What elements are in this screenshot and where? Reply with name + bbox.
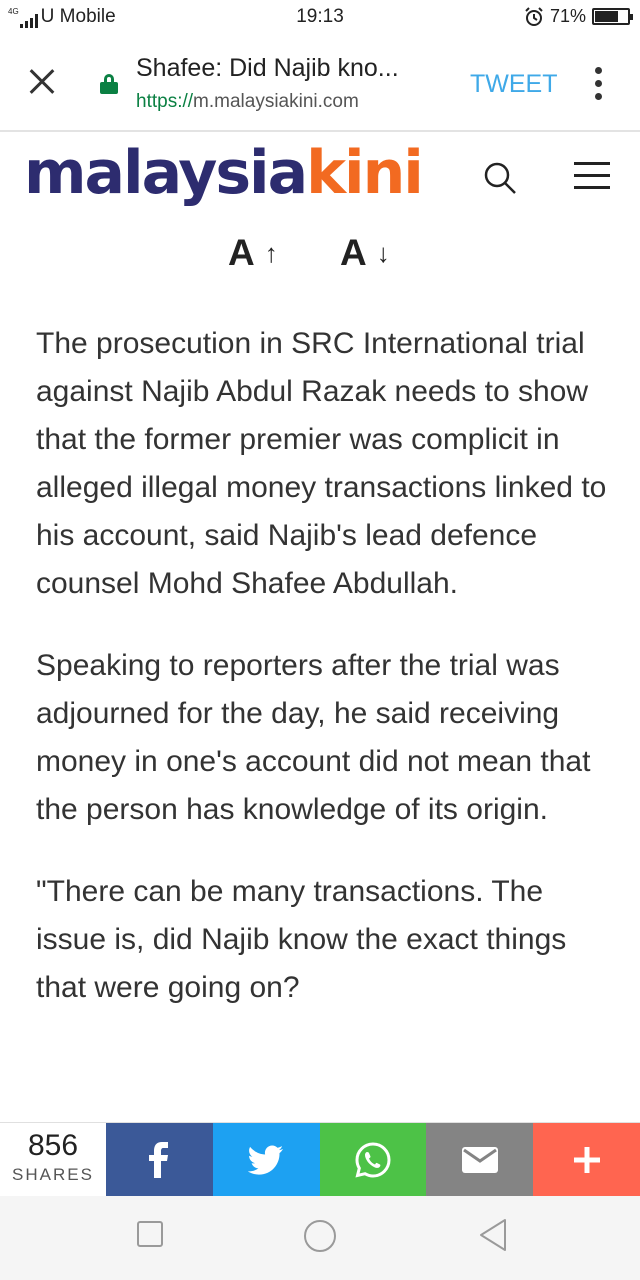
hamburger-icon[interactable] bbox=[574, 162, 610, 190]
arrow-up-icon: ↑ bbox=[264, 237, 278, 268]
browser-toolbar: Shafee: Did Najib kno... https://m.malay… bbox=[0, 34, 640, 132]
square-icon[interactable] bbox=[137, 1221, 163, 1247]
url-host: m.malaysiakini.com bbox=[193, 91, 359, 112]
triangle-back-icon[interactable] bbox=[478, 1218, 508, 1252]
status-bar: 4G U Mobile 19:13 71% bbox=[0, 0, 640, 34]
battery-percent: 71% bbox=[549, 6, 586, 26]
battery-level-fill bbox=[595, 11, 618, 22]
tweet-button[interactable]: TWEET bbox=[470, 70, 558, 99]
logo-part-kini: kini bbox=[306, 138, 424, 208]
increase-font-label: A bbox=[228, 232, 255, 273]
search-icon[interactable] bbox=[482, 160, 518, 196]
twitter-icon bbox=[248, 1145, 284, 1175]
email-share-button[interactable] bbox=[426, 1123, 534, 1196]
site-logo[interactable]: malaysiakini bbox=[24, 138, 424, 208]
site-header: malaysiakini bbox=[0, 134, 640, 224]
more-share-button[interactable] bbox=[533, 1123, 640, 1196]
article-paragraph: "There can be many transactions. The iss… bbox=[36, 875, 567, 1004]
more-vert-icon[interactable] bbox=[588, 67, 610, 101]
share-bar: 856 SHARES bbox=[0, 1122, 640, 1196]
logo-part-malaysia: malaysia bbox=[24, 138, 308, 208]
lock-icon[interactable] bbox=[100, 74, 118, 94]
increase-font-button[interactable]: A ↑ bbox=[228, 228, 278, 278]
whatsapp-icon bbox=[355, 1141, 391, 1178]
article-paragraph: The prosecution in SRC International tri… bbox=[36, 327, 607, 600]
decrease-font-button[interactable]: A ↓ bbox=[340, 228, 390, 278]
twitter-share-button[interactable] bbox=[212, 1123, 320, 1196]
facebook-icon bbox=[149, 1141, 169, 1178]
article-paragraph: Speaking to reporters after the trial wa… bbox=[36, 649, 591, 826]
system-nav-bar bbox=[0, 1196, 640, 1280]
alarm-clock-icon bbox=[525, 6, 543, 26]
email-icon bbox=[461, 1146, 498, 1173]
close-icon[interactable] bbox=[24, 64, 60, 100]
plus-icon bbox=[573, 1146, 600, 1173]
share-count: 856 SHARES bbox=[0, 1123, 106, 1196]
battery-icon bbox=[592, 8, 633, 25]
share-count-label: SHARES bbox=[12, 1165, 94, 1184]
url-scheme: https:// bbox=[136, 91, 194, 112]
status-right: 71% bbox=[524, 6, 633, 27]
article-body: The prosecution in SRC International tri… bbox=[36, 320, 616, 1046]
arrow-down-icon: ↓ bbox=[376, 237, 390, 268]
facebook-share-button[interactable] bbox=[106, 1123, 213, 1196]
decrease-font-label: A bbox=[340, 232, 367, 273]
url-display[interactable]: https://m.malaysiakini.com bbox=[136, 91, 359, 113]
circle-icon[interactable] bbox=[304, 1220, 336, 1252]
share-count-number: 856 bbox=[27, 1129, 79, 1162]
whatsapp-share-button[interactable] bbox=[319, 1123, 427, 1196]
page-title: Shafee: Did Najib kno... bbox=[136, 54, 399, 82]
